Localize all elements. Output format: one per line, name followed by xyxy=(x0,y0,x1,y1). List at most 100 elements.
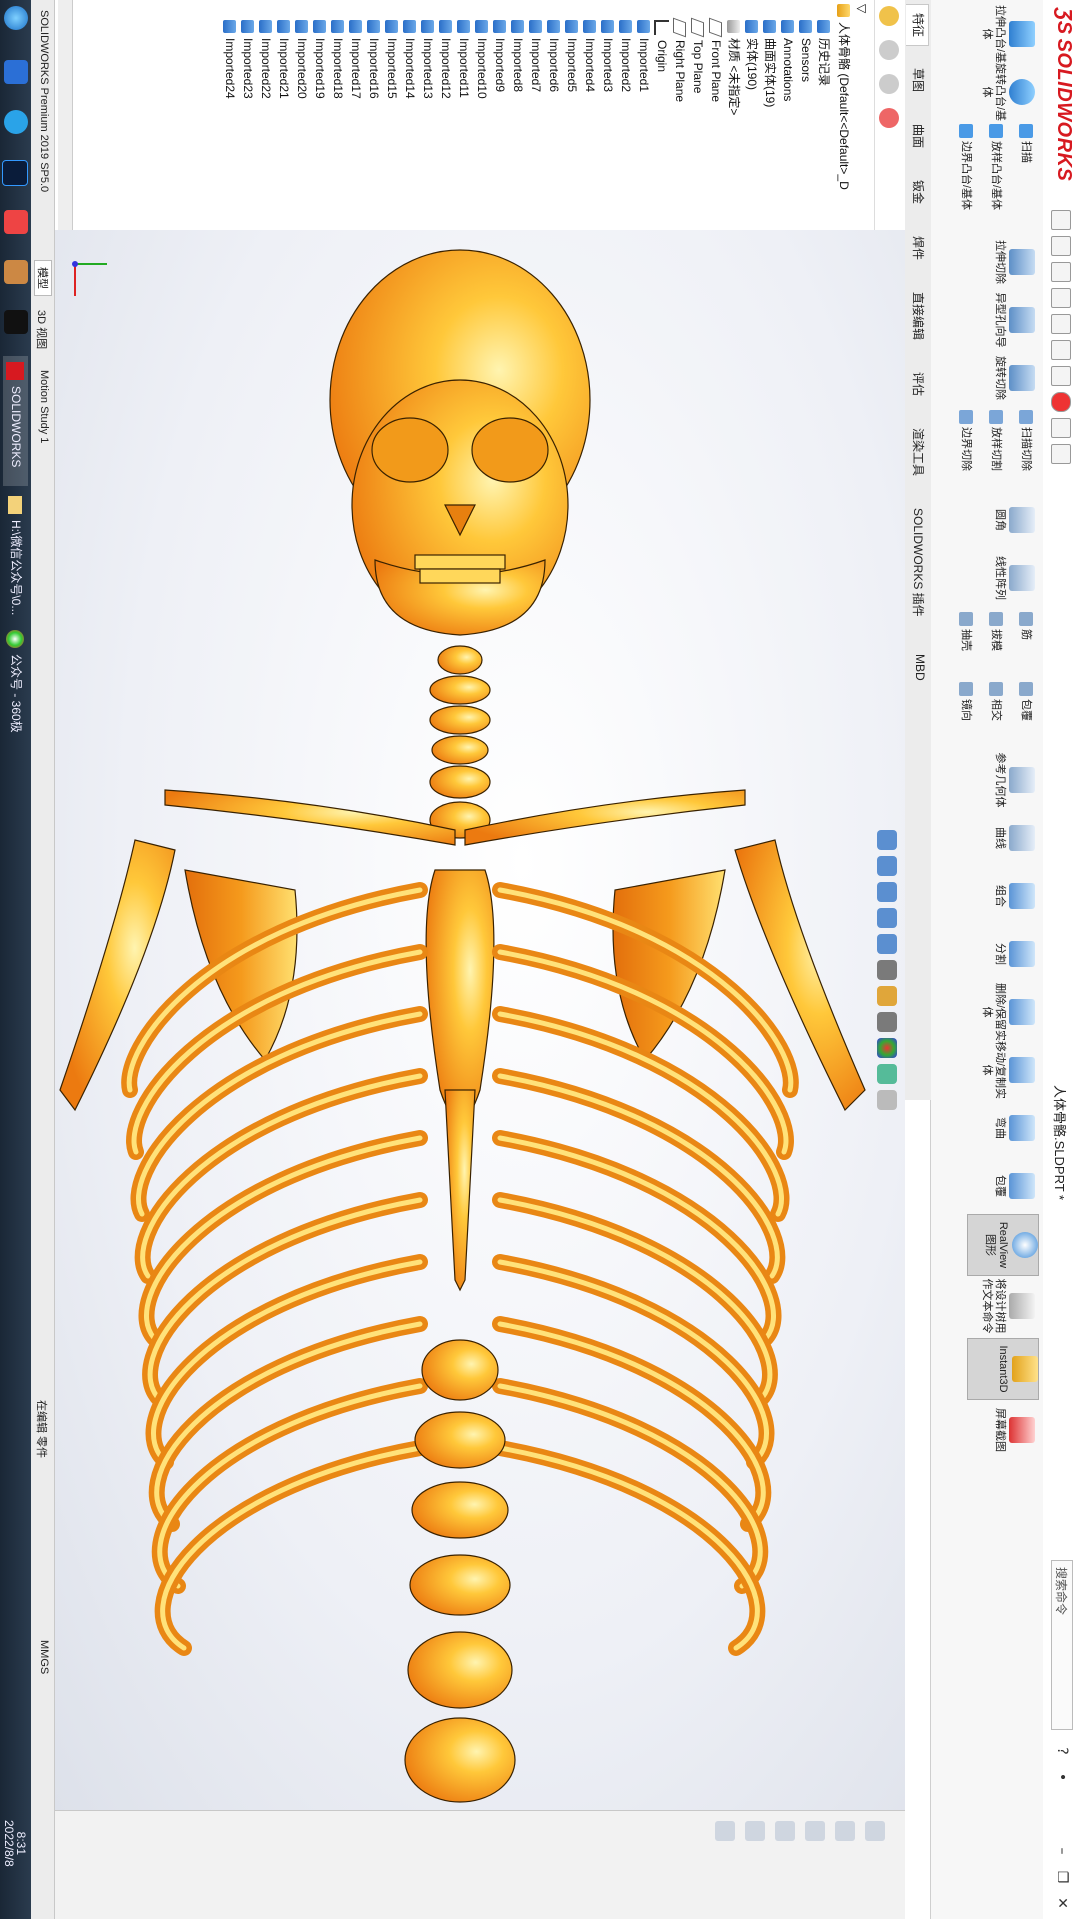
tree-item-material[interactable]: 材质 <未指定> xyxy=(725,20,743,115)
new-file-icon[interactable] xyxy=(1051,236,1071,256)
sweep-cut-button[interactable]: 扫描切除 xyxy=(1019,410,1033,471)
extrude-boss-button[interactable]: 拉伸凸台/基体 xyxy=(980,4,1035,64)
open-file-icon[interactable] xyxy=(1051,262,1071,282)
tree-item-solid-bodies[interactable]: 实体(190) xyxy=(743,20,761,90)
file-explorer-icon[interactable] xyxy=(805,1821,825,1841)
realview-button[interactable]: RealView 图形 xyxy=(967,1214,1039,1276)
wrap-big-button[interactable]: 包覆 xyxy=(993,1156,1035,1216)
home-icon[interactable] xyxy=(1051,210,1071,230)
taskbar-item-browser[interactable]: 公众号 - 360极速... xyxy=(3,624,28,754)
tree-item-imported[interactable]: Imported21 xyxy=(275,20,293,99)
tree-item-imported[interactable]: Imported20 xyxy=(293,20,311,99)
tree-item-front-plane[interactable]: Front Plane xyxy=(707,17,725,102)
start-button-icon[interactable] xyxy=(4,6,28,30)
tree-item-imported[interactable]: Imported1 xyxy=(635,20,653,92)
minimize-button[interactable]: – xyxy=(1051,1840,1073,1862)
tree-item-imported[interactable]: Imported5 xyxy=(563,20,581,92)
tree-item-imported[interactable]: Imported22 xyxy=(257,20,275,99)
tab-sketch[interactable]: 草图 xyxy=(910,60,927,100)
rebuild-icon[interactable] xyxy=(1051,392,1071,412)
tree-item-right-plane[interactable]: Right Plane xyxy=(671,17,689,102)
options-gear-icon[interactable] xyxy=(1051,444,1071,464)
wrap-button[interactable]: 包覆 xyxy=(1019,682,1033,721)
move-copy-body-button[interactable]: 移动/复制实体 xyxy=(980,1040,1035,1100)
tree-item-imported[interactable]: Imported8 xyxy=(509,20,527,92)
property-manager-tab-icon[interactable] xyxy=(879,40,899,60)
tree-root[interactable]: 人体骨骼 (Default<<Default>_D xyxy=(835,4,853,190)
fillet-button[interactable]: 圆角 xyxy=(993,490,1035,550)
user-icon[interactable]: • xyxy=(1051,1766,1073,1788)
tree-item-annotations[interactable]: Annotations xyxy=(779,20,797,101)
tab-direct-editing[interactable]: 直接编辑 xyxy=(910,284,927,348)
app-icon-6[interactable] xyxy=(4,310,28,334)
tree-item-imported[interactable]: Imported12 xyxy=(437,20,455,99)
tree-item-imported[interactable]: Imported15 xyxy=(383,20,401,99)
tree-item-imported[interactable]: Imported11 xyxy=(455,20,473,98)
design-library-icon[interactable] xyxy=(835,1821,855,1841)
tree-item-imported[interactable]: Imported16 xyxy=(365,20,383,99)
boundary-cut-button[interactable]: 边界切除 xyxy=(959,410,973,471)
app-icon-2[interactable] xyxy=(4,110,28,134)
photoshop-icon[interactable] xyxy=(2,160,28,186)
skeleton-model[interactable] xyxy=(55,230,905,1810)
tree-item-imported[interactable]: Imported23 xyxy=(239,20,257,99)
tree-item-imported[interactable]: Imported14 xyxy=(401,20,419,99)
tab-weldments[interactable]: 焊件 xyxy=(910,228,927,268)
tree-item-imported[interactable]: Imported13 xyxy=(419,20,437,99)
tree-item-imported[interactable]: Imported4 xyxy=(581,20,599,92)
save-icon[interactable] xyxy=(1051,288,1071,308)
app-icon-5[interactable] xyxy=(4,260,28,284)
tree-item-imported[interactable]: Imported3 xyxy=(599,20,617,92)
loft-cut-button[interactable]: 放样切割 xyxy=(989,410,1003,471)
intersect-button[interactable]: 相交 xyxy=(989,682,1003,721)
boundary-boss-button[interactable]: 边界凸台/基体 xyxy=(959,124,973,210)
tab-sheet-metal[interactable]: 钣金 xyxy=(910,172,927,212)
appearances-scenes-icon[interactable] xyxy=(745,1821,765,1841)
select-icon[interactable] xyxy=(1051,366,1071,386)
filter-icon[interactable]: ▽ xyxy=(853,4,871,13)
close-button[interactable]: ✕ xyxy=(1051,1892,1073,1914)
tab-mbd[interactable]: MBD xyxy=(913,646,927,689)
view-palette-icon[interactable] xyxy=(775,1821,795,1841)
search-commands-input[interactable]: 搜索命令 xyxy=(1051,1560,1073,1730)
tree-item-imported[interactable]: Imported6 xyxy=(545,20,563,92)
tree-text-command-button[interactable]: 将设计树用作文本命令 xyxy=(980,1276,1035,1336)
app-icon-4[interactable] xyxy=(4,210,28,234)
curves-button[interactable]: 曲线 xyxy=(993,808,1035,868)
feature-manager-tab-icon[interactable] xyxy=(879,6,899,26)
custom-properties-icon[interactable] xyxy=(715,1821,735,1841)
print-icon[interactable] xyxy=(1051,314,1071,334)
tab-model[interactable]: 模型 xyxy=(34,260,52,296)
instant3d-button[interactable]: Instant3D xyxy=(967,1338,1039,1400)
tree-item-sensors[interactable]: Sensors xyxy=(797,20,815,82)
delete-keep-body-button[interactable]: 删除/保留实体 xyxy=(980,982,1035,1042)
extrude-cut-button[interactable]: 拉伸切除 xyxy=(993,232,1035,292)
tab-surfaces[interactable]: 曲面 xyxy=(910,116,927,156)
taskbar-item-solidworks[interactable]: SOLIDWORKS P... xyxy=(3,356,28,486)
split-button[interactable]: 分割 xyxy=(993,924,1035,984)
tree-item-imported[interactable]: Imported10 xyxy=(473,20,491,99)
draft-button[interactable]: 拔模 xyxy=(989,612,1003,651)
clock[interactable]: 8:31 2022/8/8 xyxy=(2,1820,28,1867)
linear-pattern-button[interactable]: 线性阵列 xyxy=(993,548,1035,608)
rib-button[interactable]: 筋 xyxy=(1019,612,1033,640)
appearance-tab-icon[interactable] xyxy=(879,108,899,128)
horizontal-scrollbar[interactable] xyxy=(58,0,73,230)
tree-item-imported[interactable]: Imported18 xyxy=(329,20,347,99)
tree-item-surface-bodies[interactable]: 曲面实体(19) xyxy=(761,20,779,107)
screen-capture-button[interactable]: 屏幕截图 xyxy=(993,1400,1035,1460)
tree-item-imported[interactable]: Imported2 xyxy=(617,20,635,92)
flex-button[interactable]: 弯曲 xyxy=(993,1098,1035,1158)
tree-item-origin[interactable]: Origin xyxy=(653,20,671,72)
file-properties-icon[interactable] xyxy=(1051,418,1071,438)
tab-3d-views[interactable]: 3D 视图 xyxy=(34,310,50,349)
solidworks-resources-icon[interactable] xyxy=(865,1821,885,1841)
loft-boss-button[interactable]: 放样凸台/基体 xyxy=(989,124,1003,210)
help-icon[interactable]: ? xyxy=(1051,1740,1073,1762)
unit-system[interactable]: MMGS xyxy=(38,1640,50,1674)
combine-button[interactable]: 组合 xyxy=(993,866,1035,926)
tree-item-top-plane[interactable]: Top Plane xyxy=(689,17,707,93)
tree-item-history[interactable]: 历史记录 xyxy=(815,20,833,86)
reference-geometry-button[interactable]: 参考几何体 xyxy=(993,750,1035,810)
mirror-button[interactable]: 镜向 xyxy=(959,682,973,721)
